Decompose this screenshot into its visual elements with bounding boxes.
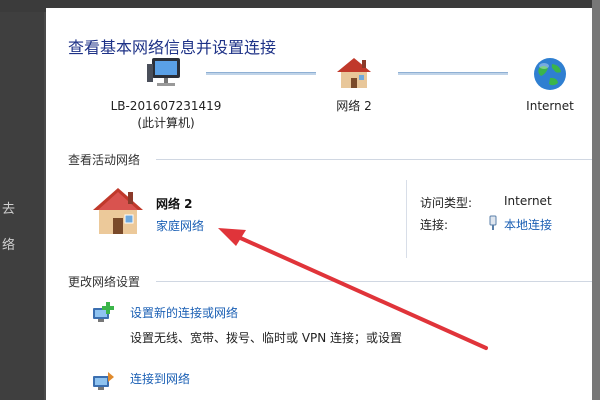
background-left-strip: 去 络 [0,12,44,400]
background-glyph: 去 [2,202,16,217]
background-glyph: 络 [2,238,16,253]
background-right-strip [592,0,600,400]
annotation-arrow [218,228,488,350]
network-sharing-center-panel: 查看基本网络信息并设置连接 LB-201607231419 (此计算机) 网络 … [46,8,592,400]
